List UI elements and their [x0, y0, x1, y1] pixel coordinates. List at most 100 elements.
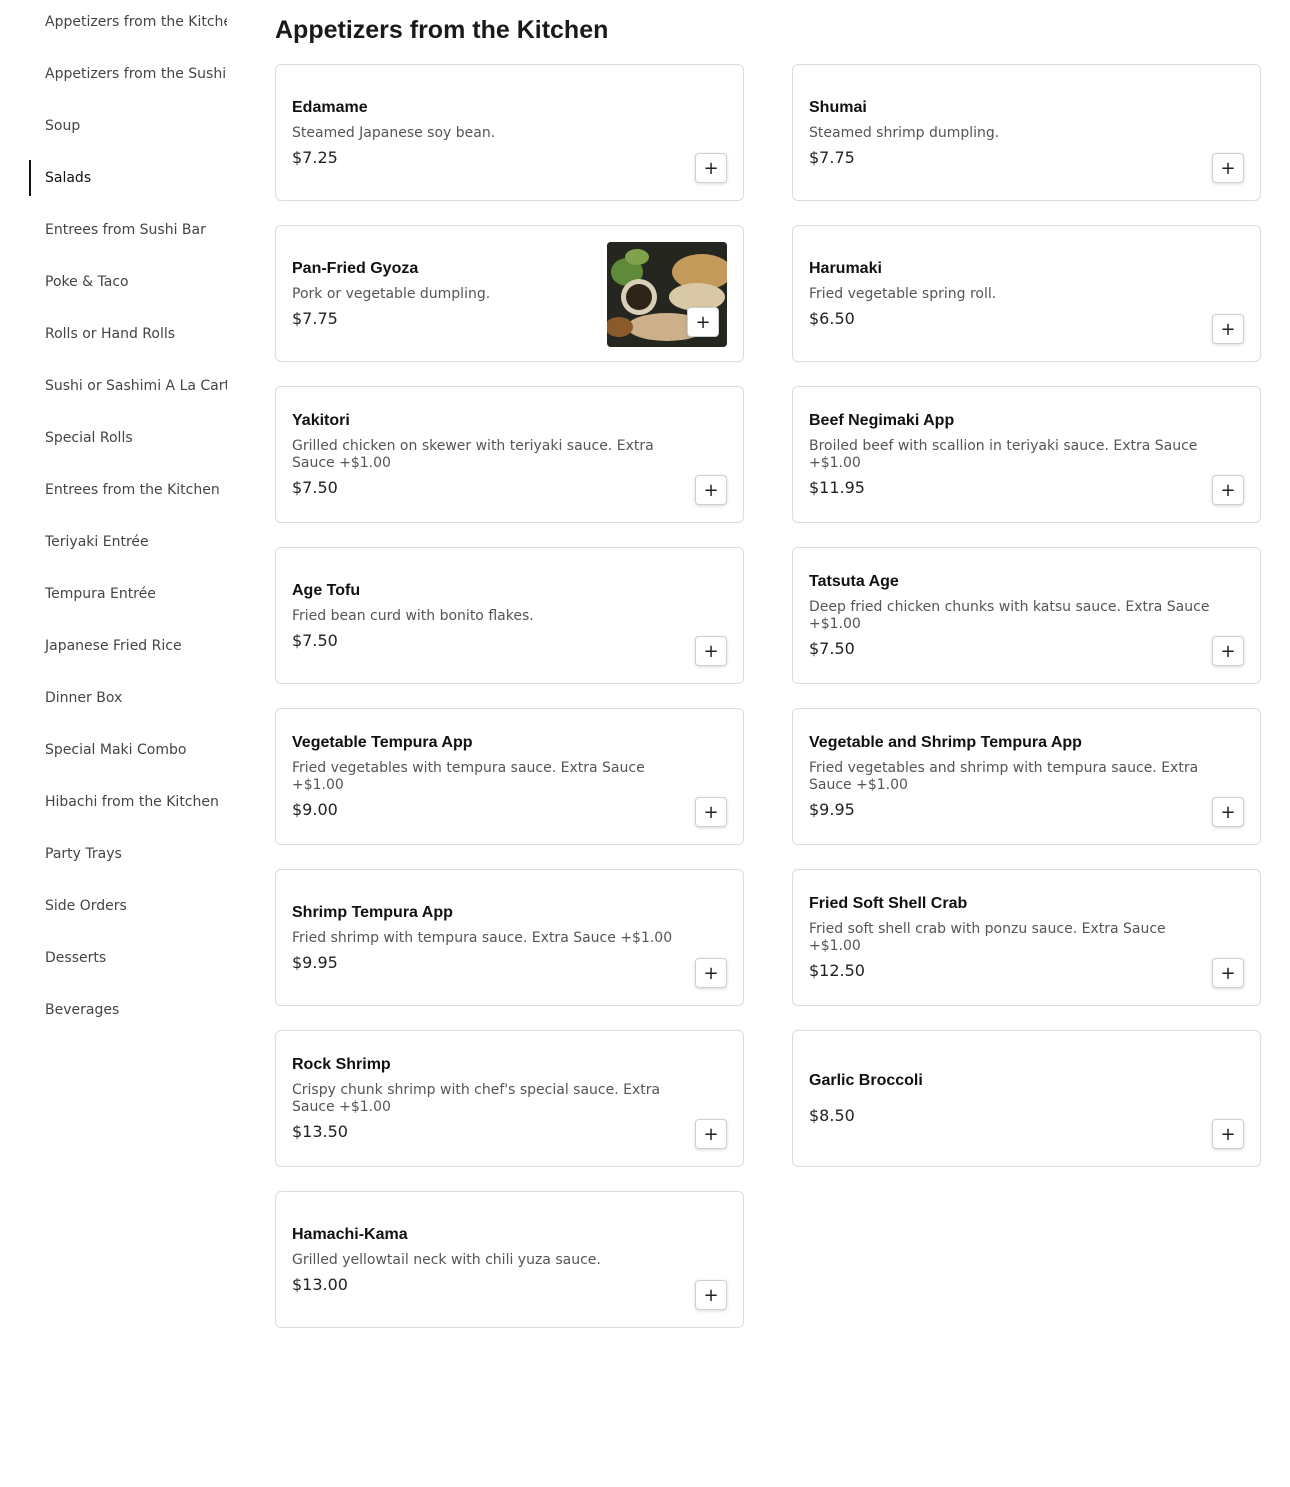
menu-item-card[interactable]: Age Tofu Fried bean curd with bonito flak…	[275, 547, 744, 684]
sidebar-item[interactable]: Side Orders	[29, 888, 227, 924]
item-description: Grilled chicken on skewer with teriyaki …	[292, 438, 654, 471]
plus-icon: +	[703, 157, 719, 179]
sidebar-item[interactable]: Teriyaki Entrée	[29, 524, 227, 560]
item-name: Rock Shrimp	[292, 1056, 391, 1073]
menu-item-card[interactable]: Beef Negimaki App Broiled beef with scall…	[792, 386, 1261, 523]
item-price: $9.00	[292, 800, 338, 819]
add-item-button[interactable]: +	[695, 636, 727, 666]
item-price: $11.95	[809, 478, 865, 497]
sidebar-item[interactable]: Salads	[29, 160, 227, 196]
sidebar-item[interactable]: Special Maki Combo	[29, 732, 227, 768]
plus-icon: +	[1220, 801, 1236, 823]
add-item-button[interactable]: +	[695, 1119, 727, 1149]
item-description: Fried vegetable spring roll.	[809, 285, 997, 302]
sidebar-item[interactable]: Tempura Entrée	[29, 576, 227, 612]
plus-icon: +	[703, 1123, 719, 1145]
item-price: $7.75	[292, 308, 338, 328]
add-item-button[interactable]: +	[695, 797, 727, 827]
item-description: Fried bean curd with bonito flakes.	[292, 607, 534, 624]
section-title: Appetizers from the Kitchen	[275, 16, 609, 44]
item-description: Grilled yellowtail neck with chili yuza …	[292, 1251, 601, 1268]
plus-icon: +	[703, 801, 719, 823]
add-item-button[interactable]: +	[1212, 314, 1244, 344]
menu-item-card[interactable]: Rock Shrimp Crispy chunk shrimp with chef…	[275, 1030, 744, 1167]
add-item-button[interactable]: +	[695, 958, 727, 988]
plus-icon: +	[1220, 640, 1236, 662]
item-name: Vegetable and Shrimp Tempura App	[809, 734, 1082, 751]
item-price: $9.95	[809, 800, 855, 819]
menu-item-card[interactable]: Shumai Steamed shrimp dumpling. $7.75 +	[792, 64, 1261, 201]
item-price: $9.95	[292, 952, 338, 972]
add-item-button[interactable]: +	[1212, 1119, 1244, 1149]
item-name: Beef Negimaki App	[809, 412, 955, 429]
menu-item-card[interactable]: Yakitori Grilled chicken on skewer with t…	[275, 386, 744, 523]
item-description: Fried vegetables with tempura sauce. Ext…	[292, 760, 645, 793]
add-item-button[interactable]: +	[1212, 153, 1244, 183]
item-name: Age Tofu	[292, 581, 361, 599]
sidebar-item[interactable]: Rolls or Hand Rolls	[29, 316, 227, 352]
add-item-button[interactable]: +	[1212, 636, 1244, 666]
item-name: Fried Soft Shell Crab	[809, 895, 968, 912]
menu-item-card[interactable]: Vegetable and Shrimp Tempura App Fried ve…	[792, 708, 1261, 845]
sidebar-item[interactable]: Appetizers from the Sushi Bar	[29, 56, 227, 92]
item-price: $13.50	[292, 1122, 348, 1141]
menu-item-card[interactable]: Pan-Fried Gyoza Pork or vegetable dumplin…	[275, 225, 744, 362]
menu-item-card[interactable]: Garlic Broccoli $8.50 +	[792, 1030, 1261, 1167]
sidebar-item[interactable]: Japanese Fried Rice	[29, 628, 227, 664]
sidebar-item[interactable]: Entrees from Sushi Bar	[29, 212, 227, 248]
sidebar-item[interactable]: Dinner Box	[29, 680, 227, 716]
menu-item-card[interactable]: Harumaki Fried vegetable spring roll. $6.5…	[792, 225, 1261, 362]
sidebar-item[interactable]: Desserts	[29, 940, 227, 976]
item-description: Broiled beef with scallion in teriyaki s…	[809, 438, 1198, 471]
item-price: $13.00	[292, 1274, 348, 1294]
item-name: Shrimp Tempura App	[292, 903, 453, 921]
plus-icon: +	[703, 962, 719, 984]
sidebar-item[interactable]: Poke & Taco	[29, 264, 227, 300]
sidebar-item[interactable]: Special Rolls	[29, 420, 227, 456]
menu-item-card[interactable]: Hamachi-Kama Grilled yellowtail neck with…	[275, 1191, 744, 1328]
add-item-button[interactable]: +	[687, 307, 719, 337]
add-item-button[interactable]: +	[695, 475, 727, 505]
category-sidebar: Appetizers from the Kitchen Appetizers fr…	[29, 0, 229, 1044]
add-item-button[interactable]: +	[1212, 958, 1244, 988]
item-name: Edamame	[292, 98, 368, 116]
menu-item-card[interactable]: Edamame Steamed Japanese soy bean. $7.25 +	[275, 64, 744, 201]
sidebar-item[interactable]: Appetizers from the Kitchen	[29, 4, 227, 40]
menu-item-card[interactable]: Vegetable Tempura App Fried vegetables wi…	[275, 708, 744, 845]
item-price: $7.50	[292, 630, 338, 650]
menu-item-card[interactable]: Fried Soft Shell Crab Fried soft shell cr…	[792, 869, 1261, 1006]
plus-icon: +	[695, 311, 711, 333]
item-description: Steamed shrimp dumpling.	[809, 124, 1000, 141]
item-description: Fried vegetables and shrimp with tempura…	[809, 760, 1199, 793]
sidebar-item[interactable]: Beverages	[29, 992, 227, 1028]
sidebar-item[interactable]: Entrees from the Kitchen	[29, 472, 227, 508]
menu-item-card[interactable]: Shrimp Tempura App Fried shrimp with temp…	[275, 869, 744, 1006]
item-name: Vegetable Tempura App	[292, 734, 473, 751]
add-item-button[interactable]: +	[695, 153, 727, 183]
menu-section: Appetizers from the Kitchen Edamame Steam…	[275, 0, 1261, 1328]
sidebar-item[interactable]: Sushi or Sashimi A La Carte	[29, 368, 227, 404]
plus-icon: +	[703, 640, 719, 662]
item-name: Shumai	[809, 98, 867, 116]
plus-icon: +	[1220, 962, 1236, 984]
item-price: $7.75	[809, 147, 855, 167]
item-price: $8.50	[809, 1106, 855, 1125]
menu-item-card[interactable]: Tatsuta Age Deep fried chicken chunks wit…	[792, 547, 1261, 684]
add-item-button[interactable]: +	[1212, 797, 1244, 827]
item-description: Steamed Japanese soy bean.	[292, 124, 496, 141]
plus-icon: +	[703, 1284, 719, 1306]
item-name: Yakitori	[292, 412, 350, 429]
add-item-button[interactable]: +	[1212, 475, 1244, 505]
sidebar-item[interactable]: Hibachi from the Kitchen	[29, 784, 227, 820]
plus-icon: +	[1220, 157, 1236, 179]
item-price: $7.50	[809, 639, 855, 658]
plus-icon: +	[1220, 318, 1236, 340]
item-description: Fried shrimp with tempura sauce. Extra S…	[292, 929, 673, 946]
menu-item-grid: Edamame Steamed Japanese soy bean. $7.25 + S…	[275, 64, 1261, 1328]
item-name: Tatsuta Age	[809, 573, 899, 590]
item-name: Garlic Broccoli	[809, 1072, 923, 1089]
add-item-button[interactable]: +	[695, 1280, 727, 1310]
sidebar-item[interactable]: Soup	[29, 108, 227, 144]
item-name: Harumaki	[809, 259, 882, 277]
sidebar-item[interactable]: Party Trays	[29, 836, 227, 872]
